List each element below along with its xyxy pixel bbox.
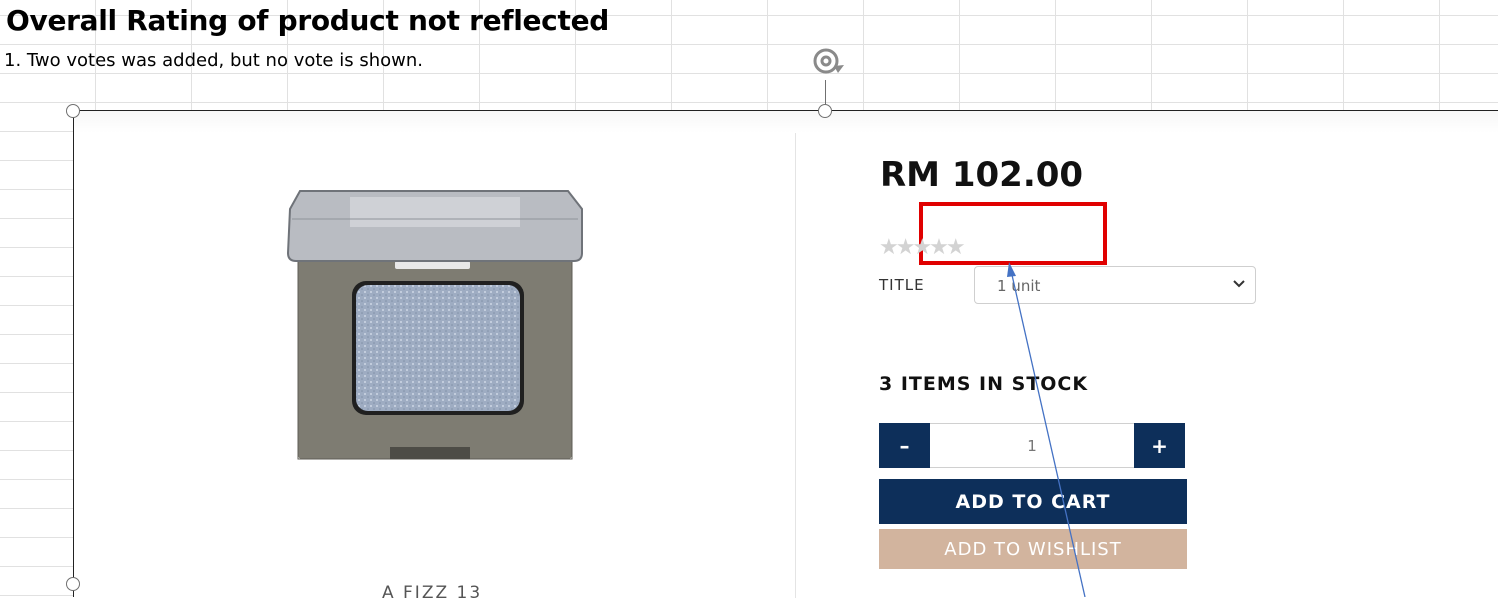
variant-select[interactable]: 1 unit <box>974 266 1256 304</box>
chevron-down-icon <box>1233 280 1245 288</box>
rotate-handle-line <box>825 80 826 106</box>
issue-title: Overall Rating of product not reflected <box>6 4 610 37</box>
stock-status: 3 ITEMS IN STOCK <box>879 373 1089 395</box>
add-to-wishlist-button[interactable]: ADD TO WISHLIST <box>879 529 1187 569</box>
variant-value: 1 unit <box>997 277 1041 295</box>
rotate-icon[interactable] <box>808 42 848 82</box>
variant-label: TITLE <box>879 276 925 294</box>
column-divider <box>795 133 796 598</box>
resize-handle-bottom-left[interactable] <box>66 577 80 591</box>
add-to-cart-button[interactable]: ADD TO CART <box>879 479 1187 524</box>
screenshot-top-strip <box>74 111 1498 133</box>
product-image <box>286 190 583 460</box>
minus-icon: – <box>899 433 910 458</box>
embedded-screenshot[interactable]: A FIZZ 13 RM 102.00 ★★★★★ TITLE 1 unit 3… <box>73 110 1498 603</box>
resize-handle-top-left[interactable] <box>66 104 80 118</box>
product-name: A FIZZ 13 <box>382 583 483 603</box>
rating-stars[interactable]: ★★★★★ <box>879 235 966 260</box>
issue-note: 1. Two votes was added, but no vote is s… <box>4 50 423 71</box>
plus-icon: + <box>1151 433 1168 458</box>
resize-handle-top-middle[interactable] <box>818 104 832 118</box>
product-price: RM 102.00 <box>880 155 1084 195</box>
quantity-input[interactable]: 1 <box>930 423 1134 468</box>
quantity-decrease-button[interactable]: – <box>879 423 930 468</box>
quantity-increase-button[interactable]: + <box>1134 423 1185 468</box>
